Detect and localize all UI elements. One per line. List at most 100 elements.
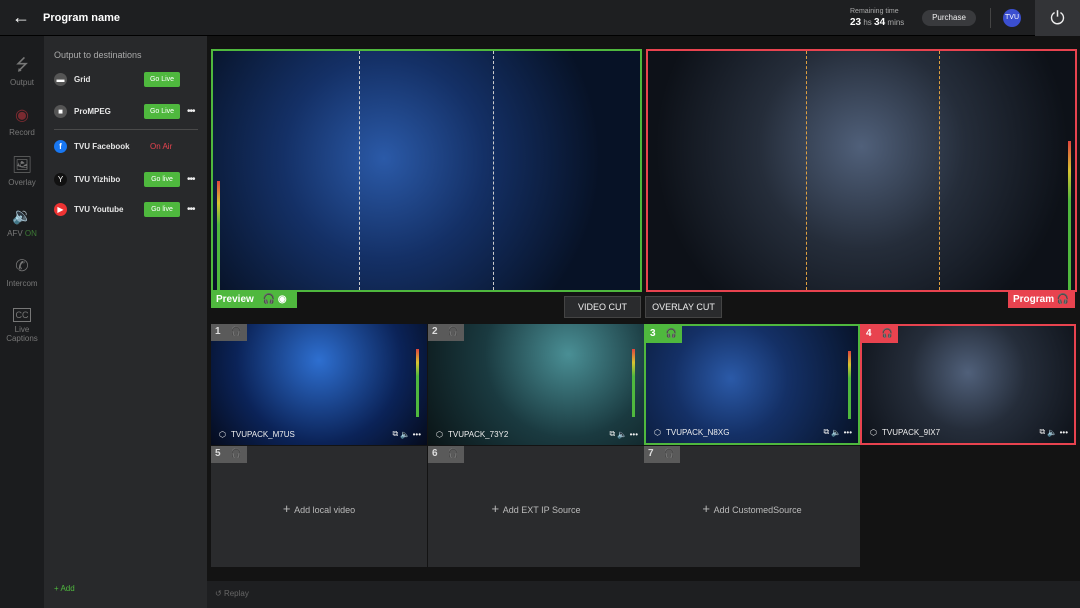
go-live-button[interactable]: Go live <box>144 171 180 187</box>
source-icon: ⬡ <box>870 427 877 437</box>
source-number: 4 🎧 <box>862 326 898 343</box>
add-label: Add CustomedSource <box>713 505 802 515</box>
program-text: Program <box>1013 294 1055 305</box>
afv-status: ON <box>24 229 37 238</box>
guide-line <box>493 51 494 290</box>
plus-icon: + <box>282 501 295 516</box>
source-number: 2 🎧 <box>428 324 464 341</box>
preview-monitor[interactable] <box>211 49 642 292</box>
replay-button[interactable]: ↺ Replay <box>215 589 249 598</box>
go-live-button[interactable]: Go Live <box>144 71 180 87</box>
rail-afv[interactable]: 🔉 AFV ON <box>0 207 44 238</box>
more-icon[interactable]: ••• <box>187 174 195 185</box>
headphones-icon: 🎧 <box>230 448 242 458</box>
number: 3 <box>650 328 656 339</box>
destination-prompeg: ■ ProMPEG Go Live ••• <box>54 101 199 121</box>
source-tile-1[interactable]: 1 🎧 ⬡ TVUPACK_M7US ⧉ 🔈 ••• <box>211 324 427 445</box>
source-icon: ⬡ <box>436 429 443 439</box>
rail-live-captions[interactable]: CC Live Captions <box>0 308 44 343</box>
more-icon[interactable]: ••• <box>413 430 421 439</box>
headphones-icon[interactable]: 🎧 <box>666 328 677 339</box>
headphones-icon[interactable]: 🎧 <box>231 326 242 337</box>
source-icon: ⬡ <box>219 429 226 439</box>
source-tile-3[interactable]: 3 🎧 ⬡ TVUPACK_N8XG ⧉ 🔈 ••• <box>644 324 860 445</box>
add-ext-ip-source-button[interactable]: + Add EXT IP Source <box>428 501 644 516</box>
more-icon[interactable]: ••• <box>187 204 195 215</box>
preview-text: Preview <box>216 294 254 305</box>
minutes: 34 <box>874 17 886 28</box>
add-label: Add <box>60 584 75 593</box>
headphones-icon[interactable]: 🎧 <box>1057 294 1069 305</box>
rail-intercom[interactable]: ✆ Intercom <box>0 257 44 288</box>
pip-icon[interactable]: ⧉ <box>609 429 615 439</box>
headphones-icon[interactable]: 🎧 <box>882 328 893 339</box>
avatar[interactable]: TVU <box>1003 9 1021 27</box>
more-icon[interactable]: ••• <box>187 106 195 117</box>
destination-name: ProMPEG <box>74 106 111 116</box>
cc-icon: CC <box>13 308 31 322</box>
add-label: Add EXT IP Source <box>502 505 581 515</box>
plus-icon: + <box>491 501 503 516</box>
pip-icon[interactable]: ⧉ <box>392 429 398 439</box>
add-custom-source-button[interactable]: + Add CustomedSource <box>644 501 860 516</box>
rail-overlay[interactable]: 🖼 Overlay <box>0 156 44 187</box>
grid-icon: ▬ <box>54 72 67 86</box>
source-tile-4[interactable]: 4 🎧 ⬡ TVUPACK_9IX7 ⧉ 🔈 ••• <box>860 324 1076 445</box>
audio-meter <box>1068 141 1071 290</box>
program-monitor[interactable] <box>646 49 1077 292</box>
empty-source-7[interactable]: 7 🎧 + Add CustomedSource <box>644 446 860 567</box>
add-label: Add local video <box>294 505 356 515</box>
go-live-button[interactable]: Go live <box>144 201 180 217</box>
rail-label: Overlay <box>8 178 36 187</box>
destination-facebook: f TVU Facebook On Air <box>54 136 199 156</box>
eye-icon[interactable]: ◉ <box>278 294 287 305</box>
source-name: TVUPACK_9IX7 <box>881 427 941 437</box>
destination-name: Grid <box>74 74 91 84</box>
pip-icon[interactable]: ⧉ <box>1039 427 1045 437</box>
hours-unit: hs <box>863 18 872 27</box>
power-icon[interactable]: ⏻ <box>1035 0 1080 36</box>
add-local-video-button[interactable]: + Add local video <box>211 501 427 516</box>
source-number: 1 🎧 <box>211 324 247 341</box>
audio-meter <box>217 181 220 290</box>
purchase-button[interactable]: Purchase <box>922 10 976 26</box>
phone-icon: ✆ <box>15 258 29 275</box>
headphones-icon[interactable]: 🎧 <box>448 326 459 337</box>
rail-label: AFV <box>7 229 23 238</box>
rail-label: Intercom <box>6 279 38 288</box>
speaker-icon[interactable]: 🔈 <box>1047 428 1057 437</box>
empty-source-6[interactable]: 6 🎧 + Add EXT IP Source <box>428 446 644 567</box>
back-arrow-icon[interactable]: ← <box>12 7 30 28</box>
source-number: 7 🎧 <box>644 446 680 463</box>
source-number: 3 🎧 <box>646 326 682 343</box>
source-name: TVUPACK_M7US <box>230 429 295 439</box>
source-icon: ⬡ <box>654 427 661 437</box>
minutes-unit: mins <box>887 18 905 27</box>
go-live-button[interactable]: Go Live <box>144 103 180 119</box>
empty-source-5[interactable]: 5 🎧 + Add local video <box>211 446 427 567</box>
overlay-icon: 🖼 <box>11 157 33 174</box>
on-air-status: On Air <box>150 141 173 151</box>
overlay-cut-button[interactable]: OVERLAY CUT <box>645 296 722 318</box>
speaker-icon[interactable]: 🔈 <box>617 430 627 439</box>
rail-record[interactable]: ◉ Record <box>0 106 44 137</box>
speaker-icon[interactable]: 🔈 <box>400 430 410 439</box>
destination-yizhibo: Y TVU Yizhibo Go live ••• <box>54 169 199 189</box>
speaker-icon[interactable]: 🔈 <box>831 428 841 437</box>
more-icon[interactable]: ••• <box>844 428 852 437</box>
more-icon[interactable]: ••• <box>630 430 638 439</box>
add-destination-button[interactable]: + Add <box>54 584 75 593</box>
camera-icon: ■ <box>54 104 67 118</box>
more-icon[interactable]: ••• <box>1060 428 1068 437</box>
headphones-icon[interactable]: 🎧 <box>263 294 275 305</box>
source-tile-2[interactable]: 2 🎧 ⬡ TVUPACK_73Y2 ⧉ 🔈 ••• <box>428 324 644 445</box>
pip-icon[interactable]: ⧉ <box>823 427 829 437</box>
facebook-icon: f <box>54 139 67 153</box>
rail-output[interactable]: ⭍ Output <box>0 56 44 87</box>
remaining-time-value: 23 hs 34 mins <box>850 17 904 28</box>
headphones-icon: 🎧 <box>663 448 675 458</box>
rail-label: Output <box>9 78 34 87</box>
video-cut-button[interactable]: VIDEO CUT <box>564 296 641 318</box>
output-panel: Output to destinations ▬ Grid Go Live ■ Pro… <box>44 36 207 608</box>
number: 7 <box>648 448 654 459</box>
